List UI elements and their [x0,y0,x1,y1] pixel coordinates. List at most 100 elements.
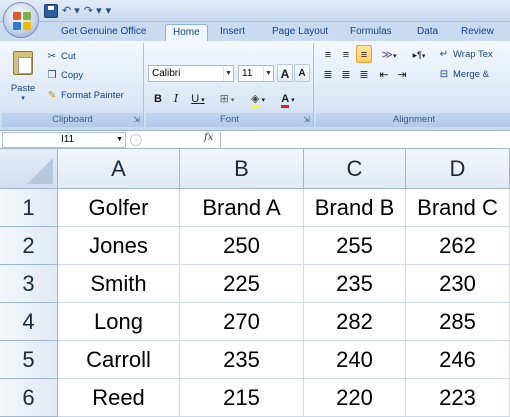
title-bar: ↶ ▾ ↷ ▾ ▾ [0,0,510,22]
align-right-button[interactable]: ≣ [356,65,372,83]
shrink-font-button[interactable]: A [294,64,310,82]
cell-a2[interactable]: Jones [58,227,180,265]
tab-data[interactable]: Data [410,24,445,41]
tab-home[interactable]: Home [165,24,208,41]
italic-button[interactable]: I [168,89,184,107]
cell-b5[interactable]: 235 [180,341,304,379]
align-bottom-button[interactable]: ≡ [356,45,372,63]
cell-a3[interactable]: Smith [58,265,180,303]
align-left-icon: ≣ [323,69,333,81]
row-header-2[interactable]: 2 [0,227,58,265]
customize-qat-button[interactable]: ▾ [106,3,112,19]
name-box[interactable]: I11 ▼ [2,132,126,148]
grow-font-button[interactable]: A [277,64,293,82]
align-top-button[interactable]: ≡ [320,45,336,63]
cell-b2[interactable]: 250 [180,227,304,265]
align-middle-button[interactable]: ≡ [338,45,354,63]
spreadsheet-grid: A B C D 1 Golfer Brand A Brand B Brand C… [0,149,510,417]
formula-bar-resize-icon[interactable]: ◦ [130,134,142,146]
decrease-indent-button[interactable]: ⇤ [376,65,392,83]
merge-center-button[interactable]: ⊟ Merge & [438,67,489,83]
formula-input[interactable] [220,132,510,148]
column-header-c[interactable]: C [304,149,406,189]
cell-d2[interactable]: 262 [406,227,510,265]
select-all-button[interactable] [0,149,58,189]
clipboard-dialog-launcher-icon[interactable]: ⇲ [133,115,140,124]
paste-button[interactable]: Paste ▾ [6,47,40,107]
cell-a1[interactable]: Golfer [58,189,180,227]
row-header-4[interactable]: 4 [0,303,58,341]
tab-review[interactable]: Review [454,24,501,41]
row-header-6[interactable]: 6 [0,379,58,417]
chevron-down-icon[interactable]: ▼ [116,133,123,147]
tab-formulas[interactable]: Formulas [343,24,399,41]
alignment-group: ≡ ≡ ≡ ≫▾ ▸¶▾ ≣ ≣ ≣ ⇤ ⇥ ↵ Wrap Tex ⊟ Merge … [316,43,510,127]
wrap-text-label: Wrap Tex [453,49,493,60]
orientation-button[interactable]: ≫▾ [376,45,402,63]
undo-button[interactable]: ↶ ▾ [62,3,80,19]
row-header-5[interactable]: 5 [0,341,58,379]
align-left-button[interactable]: ≣ [320,65,336,83]
cell-b6[interactable]: 215 [180,379,304,417]
wrap-text-button[interactable]: ↵ Wrap Tex [438,47,493,63]
bold-button[interactable]: B [150,89,166,107]
chevron-down-icon: ▼ [223,66,233,81]
cell-c1[interactable]: Brand B [304,189,406,227]
font-dialog-launcher-icon[interactable]: ⇲ [303,115,310,124]
cell-d1[interactable]: Brand C [406,189,510,227]
cell-d4[interactable]: 285 [406,303,510,341]
cell-c2[interactable]: 255 [304,227,406,265]
merge-icon: ⊟ [439,69,449,80]
bold-label: B [154,93,162,105]
tab-get-genuine-office[interactable]: Get Genuine Office [54,24,153,41]
row-header-3[interactable]: 3 [0,265,58,303]
align-bottom-icon: ≡ [360,49,368,61]
chevron-down-icon: ▾ [393,53,397,60]
text-direction-button[interactable]: ▸¶▾ [406,45,432,63]
cell-b3[interactable]: 225 [180,265,304,303]
cell-b4[interactable]: 270 [180,303,304,341]
cell-d6[interactable]: 223 [406,379,510,417]
column-header-d[interactable]: D [406,149,510,189]
column-header-a[interactable]: A [58,149,180,189]
format-painter-button[interactable]: ✎ Format Painter [46,88,124,104]
save-icon[interactable] [44,4,58,18]
cell-a4[interactable]: Long [58,303,180,341]
increase-indent-button[interactable]: ⇥ [394,65,410,83]
cell-c5[interactable]: 240 [304,341,406,379]
row-header-1[interactable]: 1 [0,189,58,227]
cell-d5[interactable]: 246 [406,341,510,379]
merge-label: Merge & [453,69,489,80]
column-header-b[interactable]: B [180,149,304,189]
copy-button[interactable]: ❐ Copy [46,68,84,84]
cell-b1[interactable]: Brand A [180,189,304,227]
tab-page-layout[interactable]: Page Layout [265,24,335,41]
shrink-font-label: A [298,68,306,79]
paint-bucket-icon: ◈ [251,93,260,108]
cell-a5[interactable]: Carroll [58,341,180,379]
cell-d3[interactable]: 230 [406,265,510,303]
chevron-down-icon: ▾ [21,95,25,102]
borders-icon: ⊞ [219,93,229,105]
orientation-icon: ≫ [381,49,393,61]
cell-c6[interactable]: 220 [304,379,406,417]
font-color-button[interactable]: A ▾ [274,89,302,108]
cell-c3[interactable]: 235 [304,265,406,303]
cell-c4[interactable]: 282 [304,303,406,341]
underline-button[interactable]: U ▾ [186,89,210,107]
align-center-button[interactable]: ≣ [338,65,354,83]
font-name-select[interactable]: Calibri ▼ [148,65,234,82]
tab-insert[interactable]: Insert [213,24,252,41]
cut-button[interactable]: ✂ Cut [46,49,76,65]
fill-color-button[interactable]: ◈ ▾ [244,89,272,108]
insert-function-button[interactable]: fx [204,132,213,143]
borders-button[interactable]: ⊞ ▾ [214,89,240,107]
font-size-select[interactable]: 11 ▼ [238,65,274,82]
chevron-down-icon: ▾ [289,97,295,104]
align-middle-icon: ≡ [342,49,350,61]
redo-button[interactable]: ↷ ▾ [84,3,102,19]
office-button[interactable] [3,2,39,38]
cell-a6[interactable]: Reed [58,379,180,417]
font-group: Calibri ▼ 11 ▼ A A B I U ▾ ⊞ ▾ ◈ ▾ A ▾ F… [146,43,314,127]
chevron-down-icon: ▾ [228,97,235,104]
